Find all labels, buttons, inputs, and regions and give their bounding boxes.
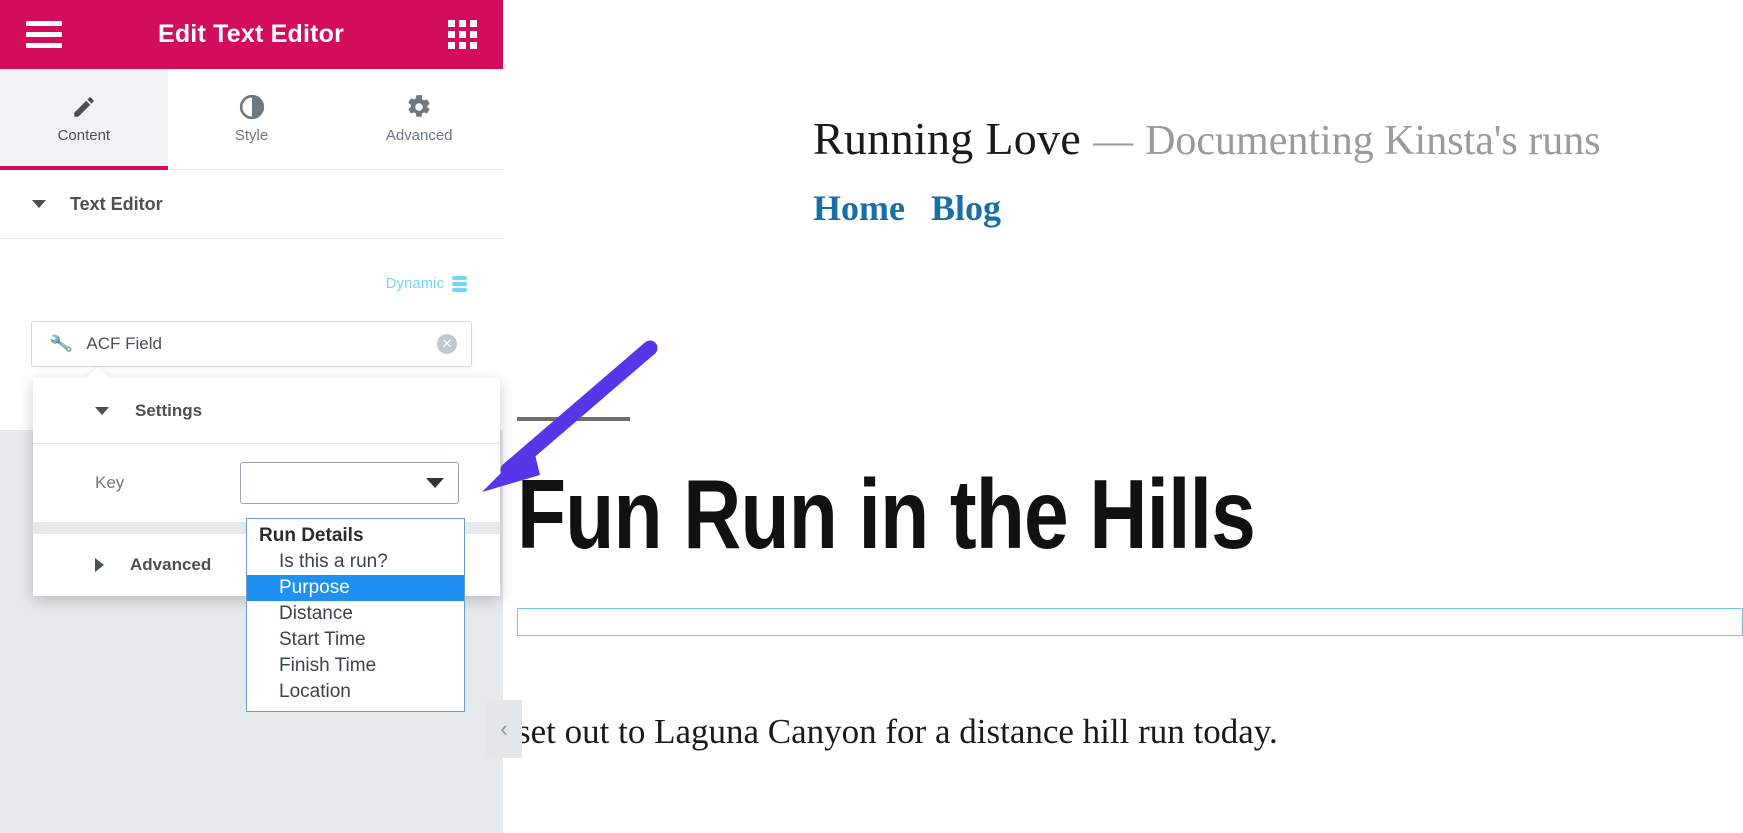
panel-header: Edit Text Editor [0, 0, 503, 69]
key-select-options-list[interactable]: Run Details Is this a run? Purpose Dista… [246, 518, 465, 712]
wrench-icon: 🔧 [48, 331, 74, 356]
screen-root: Running Love — Documenting Kinsta's runs H… [0, 0, 1743, 833]
caret-down-icon [32, 200, 46, 208]
tab-advanced[interactable]: Advanced [335, 69, 503, 169]
key-select[interactable] [240, 462, 459, 504]
nav-link-home[interactable]: Home [813, 187, 905, 229]
tab-content-label: Content [57, 127, 111, 144]
option-is-this-a-run[interactable]: Is this a run? [247, 549, 464, 575]
key-control-row: Key [33, 444, 500, 522]
site-preview-frame: Running Love — Documenting Kinsta's runs H… [503, 0, 1743, 833]
empty-text-editor-widget[interactable] [517, 608, 1743, 636]
popover-advanced-label: Advanced [130, 555, 212, 574]
popover-settings-header[interactable]: Settings [33, 378, 500, 444]
panel-title: Edit Text Editor [157, 20, 345, 48]
caret-down-icon [426, 478, 444, 488]
option-finish-time[interactable]: Finish Time [247, 653, 464, 679]
panel-tabs: Content Style Advanced [0, 69, 503, 170]
option-distance[interactable]: Distance [247, 601, 464, 627]
option-start-time[interactable]: Start Time [247, 627, 464, 653]
site-title: Running Love [813, 113, 1082, 164]
contrast-circle-icon [239, 94, 265, 120]
post-divider-rule [517, 417, 630, 421]
site-tagline: Documenting Kinsta's runs [1145, 118, 1601, 164]
pencil-icon [71, 94, 97, 120]
panel-collapse-handle[interactable]: ‹ [486, 700, 522, 758]
option-group-label: Run Details [259, 525, 364, 546]
site-branding: Running Love — Documenting Kinsta's runs [503, 112, 1743, 165]
section-text-editor-label: Text Editor [70, 193, 163, 214]
acf-field-tag[interactable]: 🔧 ACF Field ✕ [31, 321, 472, 367]
site-header: Running Love — Documenting Kinsta's runs H… [503, 0, 1743, 229]
tab-style[interactable]: Style [168, 69, 336, 169]
dynamic-label: Dynamic [385, 275, 444, 292]
grid-apps-icon[interactable] [448, 20, 477, 49]
chevron-left-icon: ‹ [500, 716, 508, 741]
site-nav: Home Blog [503, 187, 1743, 229]
clear-circle-x-icon[interactable]: ✕ [437, 334, 457, 354]
post-body-text: set out to Laguna Canyon for a distance … [517, 712, 1278, 751]
caret-right-icon [95, 558, 104, 572]
popover-settings-label: Settings [135, 400, 203, 420]
option-location[interactable]: Location [247, 679, 464, 705]
post-title: Fun Run in the Hills [517, 459, 1256, 569]
tab-advanced-label: Advanced [385, 127, 453, 144]
option-purpose[interactable]: Purpose [247, 575, 464, 601]
dynamic-toggle[interactable]: Dynamic [0, 275, 503, 292]
key-label: Key [95, 473, 125, 492]
tab-style-label: Style [234, 127, 269, 144]
site-title-dash: — [1093, 118, 1134, 163]
tab-content[interactable]: Content [0, 69, 168, 170]
nav-link-blog[interactable]: Blog [931, 187, 1001, 229]
section-text-editor[interactable]: Text Editor [0, 170, 503, 239]
caret-down-icon [95, 406, 109, 415]
acf-field-name: ACF Field [86, 334, 162, 353]
gear-icon [406, 94, 432, 120]
database-stack-icon [452, 275, 467, 292]
